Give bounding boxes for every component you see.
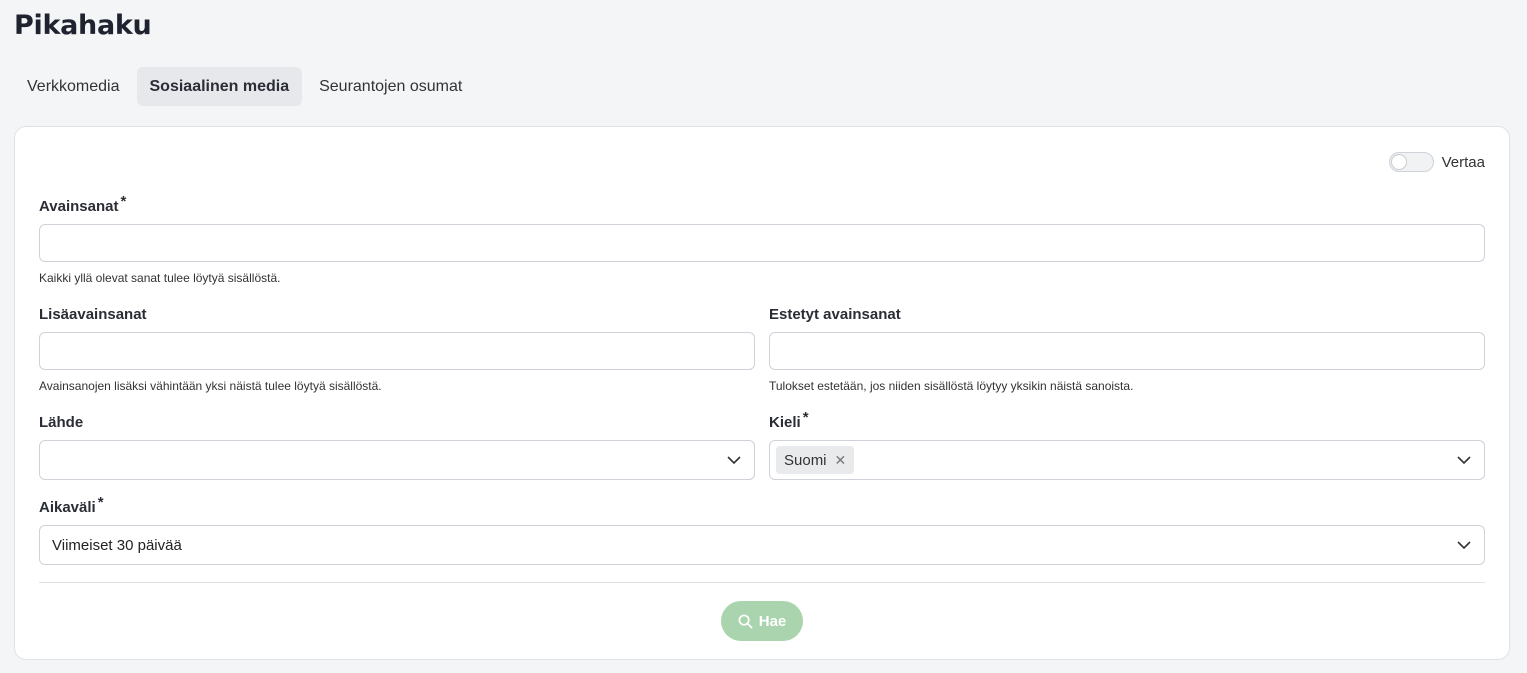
source-select[interactable] (39, 440, 755, 480)
blocked-keywords-label: Estetyt avainsanat (769, 306, 901, 323)
search-button-label: Hae (758, 612, 787, 630)
timerange-select[interactable]: Viimeiset 30 päivää (39, 525, 1485, 565)
tab-verkkomedia[interactable]: Verkkomedia (14, 67, 133, 106)
compare-toggle[interactable] (1388, 152, 1434, 172)
chevron-down-icon (727, 456, 741, 465)
chevron-down-icon (1457, 456, 1471, 465)
required-mark: * (802, 409, 809, 426)
required-mark: * (97, 494, 104, 511)
language-chip-label: Suomi (784, 451, 827, 469)
toggle-knob (1390, 154, 1407, 170)
search-form-card: Vertaa Avainsanat * Kaikki yllä olevat sa… (14, 126, 1510, 660)
language-field: Kieli * Suomi ✕ (769, 409, 1485, 480)
compare-label: Vertaa (1441, 153, 1485, 171)
divider (39, 582, 1485, 583)
keywords-hint: Kaikki yllä olevat sanat tulee löytyä si… (39, 271, 281, 285)
tab-sosiaalinen-media[interactable]: Sosiaalinen media (136, 67, 303, 106)
tab-seurantojen-osumat[interactable]: Seurantojen osumat (306, 67, 475, 106)
timerange-value: Viimeiset 30 päivää (52, 536, 182, 554)
timerange-label: Aikaväli (39, 499, 96, 516)
page-title: Pikahaku (14, 10, 152, 41)
compare-toggle-group: Vertaa (1388, 152, 1485, 172)
source-label: Lähde (39, 414, 84, 431)
keywords-label: Avainsanat (39, 198, 119, 215)
search-icon (738, 614, 753, 628)
keywords-input[interactable] (39, 224, 1485, 262)
search-button[interactable]: Hae (721, 601, 803, 641)
source-field: Lähde (39, 413, 755, 480)
blocked-keywords-input[interactable] (769, 332, 1485, 370)
extra-keywords-label: Lisäavainsanat (39, 306, 147, 323)
required-mark: * (120, 193, 127, 210)
language-chip: Suomi ✕ (776, 446, 855, 474)
chevron-down-icon (1457, 541, 1471, 550)
close-icon[interactable]: ✕ (835, 452, 847, 469)
timerange-field: Aikaväli * Viimeiset 30 päivää (39, 494, 1485, 565)
keywords-field: Avainsanat * Kaikki yllä olevat sanat tul… (39, 193, 1485, 285)
extra-keywords-hint: Avainsanojen lisäksi vähintään yksi näis… (39, 379, 382, 393)
tab-bar: Verkkomedia Sosiaalinen media Seurantoje… (14, 67, 475, 106)
language-select[interactable]: Suomi ✕ (769, 440, 1485, 480)
blocked-keywords-hint: Tulokset estetään, jos niiden sisällöstä… (769, 379, 1134, 393)
language-label: Kieli (769, 414, 801, 431)
extra-keywords-input[interactable] (39, 332, 755, 370)
extra-keywords-field: Lisäavainsanat Avainsanojen lisäksi vähi… (39, 305, 755, 393)
blocked-keywords-field: Estetyt avainsanat Tulokset estetään, jo… (769, 305, 1485, 393)
